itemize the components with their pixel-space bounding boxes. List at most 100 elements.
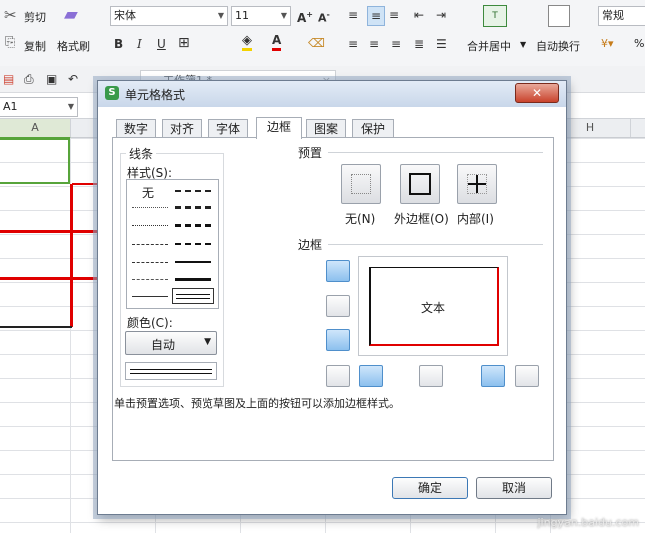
tab-border[interactable]: 边框 bbox=[256, 117, 302, 139]
font-color-icon[interactable]: A bbox=[272, 33, 282, 51]
color-label: 颜色(C): bbox=[124, 314, 176, 331]
font-size-select[interactable]: 11 ▼ bbox=[231, 6, 291, 26]
print-icon[interactable]: ⎙ bbox=[24, 70, 34, 88]
tab-alignment[interactable]: 对齐 bbox=[162, 119, 202, 138]
ok-button[interactable]: 确定 bbox=[392, 477, 468, 499]
line-style-option[interactable] bbox=[132, 207, 168, 208]
border-preview[interactable]: 文本 bbox=[358, 256, 508, 356]
line-style-list[interactable]: 无 bbox=[126, 179, 219, 309]
border-right-button[interactable] bbox=[481, 365, 505, 387]
preset-divider bbox=[328, 152, 543, 153]
tab-number[interactable]: 数字 bbox=[116, 119, 156, 138]
line-style-option[interactable] bbox=[175, 190, 211, 192]
line-style-none[interactable]: 无 bbox=[142, 184, 154, 201]
align-bottom-icon[interactable]: ≡ bbox=[389, 6, 399, 24]
line-style-option[interactable] bbox=[175, 261, 211, 263]
name-box[interactable]: A1 ▼ bbox=[0, 97, 78, 117]
line-style-option[interactable] bbox=[175, 224, 211, 227]
copy-icon[interactable]: ⎘ bbox=[5, 35, 15, 50]
watermark: jingyan.baidu.com bbox=[537, 516, 639, 529]
line-style-double-selected[interactable] bbox=[172, 288, 214, 304]
preview-icon[interactable]: ▣ bbox=[46, 70, 57, 88]
format-painter-button[interactable]: 格式刷 bbox=[57, 38, 90, 54]
color-select[interactable]: 自动 ▼ bbox=[125, 331, 217, 355]
preset-inside-button[interactable] bbox=[457, 164, 497, 204]
preset-outline-button[interactable] bbox=[400, 164, 440, 204]
justify-icon[interactable]: ≣ bbox=[414, 35, 424, 53]
align-left-icon[interactable]: ≡ bbox=[348, 35, 358, 53]
red-border-h1 bbox=[0, 230, 100, 233]
line-style-option[interactable] bbox=[175, 243, 211, 245]
bold-button[interactable]: B bbox=[114, 35, 123, 53]
close-button[interactable]: ✕ bbox=[515, 83, 559, 103]
chevron-down-icon: ▼ bbox=[67, 102, 74, 111]
preset-inside-label: 内部(I) bbox=[454, 210, 497, 227]
preset-none-button[interactable] bbox=[341, 164, 381, 204]
chevron-down-icon: ▼ bbox=[280, 11, 287, 20]
font-size-value: 11 bbox=[235, 9, 249, 22]
scissors-icon[interactable]: ✂ bbox=[4, 6, 17, 24]
undo-icon[interactable]: ↶ bbox=[68, 70, 78, 88]
align-right-icon[interactable]: ≡ bbox=[391, 35, 401, 53]
tab-protection[interactable]: 保护 bbox=[352, 119, 394, 138]
chevron-down-icon[interactable]: ▼ bbox=[520, 40, 526, 49]
border-middle-v-button[interactable] bbox=[419, 365, 443, 387]
border-divider bbox=[328, 244, 543, 245]
align-top-icon[interactable]: ≡ bbox=[348, 6, 358, 24]
name-box-value: A1 bbox=[3, 100, 18, 113]
font-name-select[interactable]: 宋体 ▼ bbox=[110, 6, 228, 26]
cut-button[interactable]: 剪切 bbox=[24, 9, 46, 25]
close-icon: ✕ bbox=[531, 86, 543, 100]
distribute-icon[interactable]: ☰ bbox=[436, 35, 447, 53]
selected-cell-range[interactable] bbox=[0, 138, 70, 184]
italic-button[interactable]: I bbox=[137, 35, 142, 53]
format-cells-dialog: S 单元格格式 ✕ 数字 对齐 字体 边框 图案 保护 线条 样式(S): 无 bbox=[97, 80, 567, 515]
align-center-icon[interactable]: ≡ bbox=[369, 35, 379, 53]
merge-center-button[interactable]: 合并居中 bbox=[467, 38, 511, 54]
border-label: 边框 bbox=[295, 236, 326, 253]
border-tab-panel: 线条 样式(S): 无 颜色(C): 自动 ▼ 预置 无(N) 外边框(O) 内… bbox=[112, 137, 554, 461]
border-diag-down-button[interactable] bbox=[515, 365, 539, 387]
format-painter-icon[interactable]: ▰ bbox=[64, 4, 78, 25]
shrink-font-icon[interactable]: A- bbox=[318, 6, 330, 28]
copy-button[interactable]: 复制 bbox=[24, 38, 46, 54]
align-middle-icon[interactable]: ≡ bbox=[367, 6, 385, 26]
preview-text: 文本 bbox=[421, 301, 446, 315]
underline-button[interactable]: U bbox=[157, 35, 166, 53]
tab-font[interactable]: 字体 bbox=[208, 119, 248, 138]
currency-icon[interactable]: ¥▾ bbox=[601, 37, 614, 50]
new-file-icon[interactable]: ▤ bbox=[3, 70, 14, 88]
border-left-button[interactable] bbox=[359, 365, 383, 387]
line-style-option[interactable] bbox=[132, 262, 168, 263]
line-style-option[interactable] bbox=[175, 278, 211, 281]
merge-center-icon[interactable]: T bbox=[483, 5, 507, 27]
dialog-titlebar[interactable]: S 单元格格式 ✕ bbox=[98, 81, 566, 107]
indent-decrease-icon[interactable]: ⇤ bbox=[414, 6, 424, 24]
dialog-title: 单元格格式 bbox=[125, 88, 186, 102]
fill-color-icon[interactable]: ◈ bbox=[242, 33, 252, 51]
column-a-header[interactable]: A bbox=[0, 119, 71, 139]
border-top-button[interactable] bbox=[326, 260, 350, 282]
borders-icon[interactable]: ⊞ bbox=[178, 34, 190, 52]
cancel-button[interactable]: 取消 bbox=[476, 477, 552, 499]
wrap-text-icon[interactable] bbox=[548, 5, 570, 27]
color-select-value: 自动 bbox=[151, 338, 176, 352]
clear-format-icon[interactable]: ⌫ bbox=[308, 34, 325, 52]
line-style-option[interactable] bbox=[132, 279, 168, 280]
border-middle-h-button[interactable] bbox=[326, 295, 350, 317]
number-format-select[interactable]: 常规 bbox=[598, 6, 645, 26]
tab-pattern[interactable]: 图案 bbox=[306, 119, 346, 138]
line-preview bbox=[125, 362, 217, 380]
line-style-option[interactable] bbox=[132, 296, 168, 297]
percent-icon[interactable]: % bbox=[634, 37, 644, 50]
line-style-option[interactable] bbox=[175, 206, 211, 209]
indent-increase-icon[interactable]: ⇥ bbox=[436, 6, 446, 24]
border-diag-up-button[interactable] bbox=[326, 365, 350, 387]
border-outline-icon bbox=[409, 173, 431, 195]
wrap-text-button[interactable]: 自动换行 bbox=[536, 38, 580, 54]
line-style-option[interactable] bbox=[132, 225, 168, 226]
border-bottom-button[interactable] bbox=[326, 329, 350, 351]
border-none-icon bbox=[351, 174, 371, 194]
line-style-option[interactable] bbox=[132, 244, 168, 245]
grow-font-icon[interactable]: A+ bbox=[297, 6, 313, 27]
